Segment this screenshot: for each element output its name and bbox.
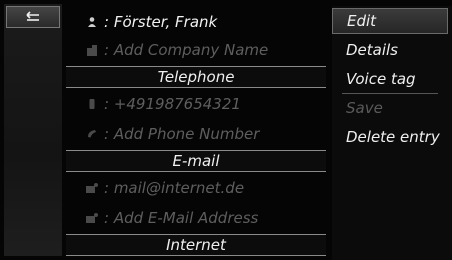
company-building-icon [84, 44, 100, 56]
options-menu: Edit Details Voice tag Save Delete entry [332, 6, 452, 260]
menu-item-details[interactable]: Details [332, 37, 448, 63]
left-column [4, 4, 62, 256]
company-row[interactable]: : Add Company Name [66, 36, 326, 64]
add-phone-row[interactable]: : Add Phone Number [66, 120, 326, 148]
add-email-field: : Add E-Mail Address [104, 209, 259, 227]
section-header-email: E-mail [66, 150, 326, 172]
back-button[interactable] [6, 6, 60, 28]
menu-item-label: Details [346, 41, 399, 59]
contact-name: : Förster, Frank [104, 13, 218, 31]
menu-item-label: Voice tag [346, 70, 416, 88]
mobile-number: : +491987654321 [104, 95, 241, 113]
email-row[interactable]: : mail@internet.de [66, 174, 326, 202]
back-arrow-icon [24, 11, 42, 23]
section-internet-label: Internet [166, 236, 226, 254]
menu-item-label: Save [346, 99, 383, 117]
section-telephone-label: Telephone [157, 68, 235, 86]
email-address: : mail@internet.de [104, 179, 245, 197]
add-phone-field: : Add Phone Number [104, 125, 260, 143]
add-email-row[interactable]: : Add E-Mail Address [66, 204, 326, 232]
mobile-number-row[interactable]: : +491987654321 [66, 90, 326, 118]
section-header-internet: Internet [66, 234, 326, 256]
email-icon [84, 212, 100, 224]
menu-item-delete-entry[interactable]: Delete entry [332, 124, 448, 150]
menu-divider [342, 93, 438, 94]
menu-item-voice-tag[interactable]: Voice tag [332, 66, 448, 92]
mobile-phone-icon [84, 98, 100, 110]
contact-edit-screen: : Förster, Frank : Add Company Name Tele… [0, 0, 452, 260]
menu-item-label: Edit [347, 12, 377, 30]
phone-handset-icon [84, 128, 100, 140]
menu-item-edit[interactable]: Edit [332, 8, 448, 34]
contact-name-row[interactable]: : Förster, Frank [66, 8, 326, 36]
contact-field-list: : Förster, Frank : Add Company Name Tele… [66, 6, 326, 258]
company-field: : Add Company Name [104, 41, 269, 59]
menu-item-label: Delete entry [346, 128, 440, 146]
email-icon [84, 182, 100, 194]
person-icon [84, 16, 100, 28]
section-email-label: E-mail [172, 152, 220, 170]
section-header-telephone: Telephone [66, 66, 326, 88]
menu-item-save[interactable]: Save [332, 95, 448, 121]
